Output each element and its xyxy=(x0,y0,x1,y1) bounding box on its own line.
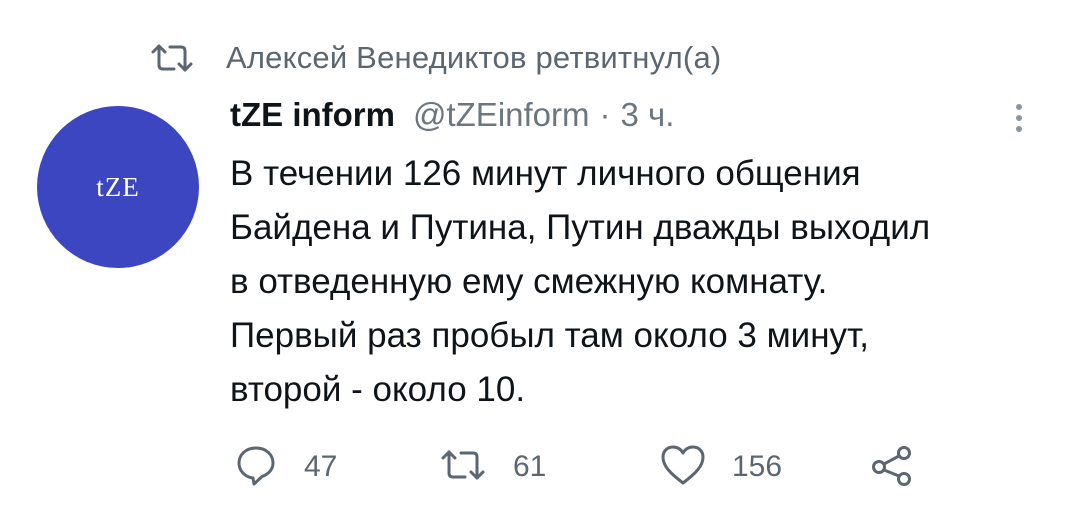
heart-icon xyxy=(660,444,706,491)
reply-icon xyxy=(234,443,278,492)
tweet-actions: 47 61 156 xyxy=(234,444,934,490)
like-count: 156 xyxy=(732,450,783,483)
tweet-header: tZE inform @tZEinform · 3 ч. xyxy=(230,96,674,142)
retweet-icon xyxy=(439,447,487,488)
more-vertical-icon[interactable] xyxy=(1004,96,1034,140)
like-button[interactable]: 156 xyxy=(660,444,782,490)
avatar-logo-text: tZE xyxy=(96,171,140,202)
reply-count: 47 xyxy=(304,450,338,483)
retweet-button[interactable]: 61 xyxy=(439,444,546,490)
author-display-name[interactable]: tZE inform xyxy=(230,96,395,134)
retweet-icon xyxy=(148,40,196,76)
share-icon xyxy=(870,443,914,492)
retweet-count: 61 xyxy=(513,450,547,483)
reply-button[interactable]: 47 xyxy=(234,444,337,490)
retweet-by-label: Алексей Венедиктов ретвитнул(а) xyxy=(226,40,722,75)
header-separator: · xyxy=(599,96,611,133)
share-button[interactable] xyxy=(870,444,914,490)
avatar[interactable]: tZE xyxy=(37,106,199,268)
author-handle[interactable]: @tZEinform xyxy=(413,96,590,134)
tweet-text: В течении 126 минут личного общения Байд… xyxy=(230,154,931,409)
tweet-timestamp[interactable]: 3 ч. xyxy=(621,96,675,134)
retweet-context[interactable]: Алексей Венедиктов ретвитнул(а) xyxy=(148,36,721,80)
